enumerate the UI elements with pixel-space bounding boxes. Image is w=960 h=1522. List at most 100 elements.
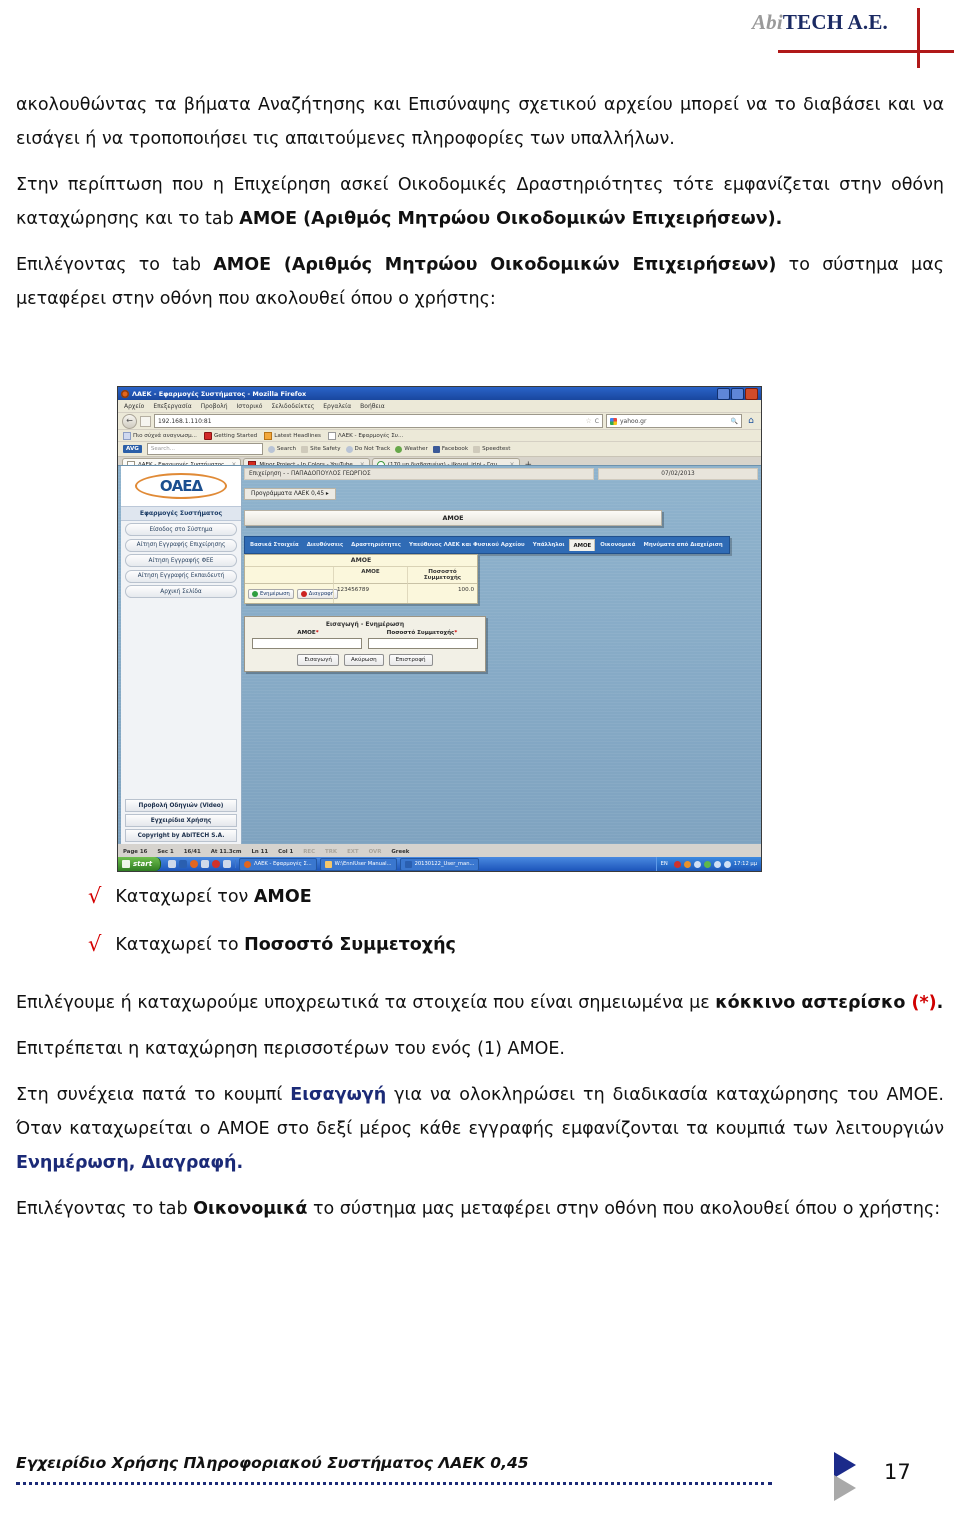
sidebar-copyright: Copyright by AbiTECH S.A. (125, 829, 237, 842)
update-row-button[interactable]: Ενημέρωση (248, 588, 294, 599)
tab-row-filler (728, 539, 734, 551)
back-arrow-icon[interactable]: ← (122, 413, 137, 429)
update-row-label: Ενημέρωση (260, 590, 290, 597)
cancel-button[interactable]: Ακύρωση (343, 654, 384, 666)
tray-icon[interactable] (723, 860, 731, 868)
home-icon[interactable]: ⌂ (745, 415, 757, 427)
status-ext: EXT (347, 848, 359, 855)
search-icon[interactable]: 🔍 (731, 418, 738, 425)
tab-amoe[interactable]: ΑΜΟΕ (569, 539, 596, 551)
bookmark-item[interactable]: Πιο σύχνά αναγνωσμ... (123, 431, 197, 440)
quicklaunch-icon[interactable] (168, 860, 177, 868)
embedded-screenshot: ΛΑΕΚ - Εφαρμογές Συστήματος - Mozilla Fi… (117, 386, 762, 872)
tab-addresses[interactable]: Διευθύνσεις (304, 539, 346, 551)
document-body: ακολουθώντας τα βήματα Αναζήτησης και Επ… (16, 88, 944, 316)
start-button[interactable]: start (118, 857, 162, 871)
paragraph-6-text-a: Στη συνέχεια πατά το κουμπί (16, 1085, 291, 1105)
back-button[interactable]: Επιστροφή (388, 654, 433, 666)
sidebar-user-manuals[interactable]: Εγχειρίδια Χρήσης (125, 814, 237, 827)
paragraph-4-text-a: Επιλέγουμε ή καταχωρούμε υποχρεωτικά τα … (16, 993, 716, 1013)
tab-basic-info[interactable]: Βασικά Στοιχεία (247, 539, 302, 551)
menu-item-help[interactable]: Βοήθεια (360, 403, 385, 410)
percent-input[interactable] (368, 638, 478, 649)
avg-search-button[interactable]: Search (267, 445, 297, 453)
tab-financials[interactable]: Οικονομικά (597, 539, 638, 551)
quicklaunch-icon[interactable] (223, 860, 232, 868)
tray-icon[interactable] (683, 860, 691, 868)
tray-icon[interactable] (673, 860, 681, 868)
system-tray: EN 17:12 μμ (655, 857, 761, 871)
sidebar-item-company-registration[interactable]: Αίτηση Εγγραφής Επιχείρησης (125, 538, 237, 552)
menu-item-bookmarks[interactable]: Σελιδοδείκτες (271, 403, 314, 410)
quicklaunch-firefox-icon[interactable] (190, 860, 199, 868)
table-title: ΑΜΟΕ (245, 555, 477, 567)
required-asterisk: * (454, 630, 458, 636)
bullet-text-b: ΑΜΟΕ (253, 887, 312, 907)
status-language: Greek (391, 848, 410, 855)
address-bar[interactable]: 192.168.1.110:81 ☆ C (154, 414, 603, 428)
minimize-button[interactable] (717, 387, 730, 400)
menu-item-edit[interactable]: Επεξεργασία (153, 403, 191, 410)
amoe-input[interactable] (252, 638, 362, 649)
tray-icon[interactable] (713, 860, 721, 868)
quicklaunch-icon[interactable] (179, 860, 188, 868)
bookmark-icon (123, 431, 131, 440)
maximize-button[interactable] (731, 387, 744, 400)
menu-item-tools[interactable]: Εργαλεία (323, 403, 351, 410)
reload-icon[interactable]: C (595, 418, 599, 425)
sidebar-item-login[interactable]: Είσοδος στο Σύστημα (125, 523, 237, 536)
taskbar-window-explorer[interactable]: W:\EnnlUser Manual... (319, 857, 397, 871)
avg-site-safety[interactable]: Site Safety (301, 445, 341, 453)
form-label-amoe: ΑΜΟΕ* (254, 630, 362, 636)
form-buttons: Εισαγωγή Ακύρωση Επιστροφή (248, 653, 482, 668)
form-title: Εισαγωγή - Ενημέρωση (325, 621, 405, 628)
avg-weather[interactable]: Weather (395, 445, 428, 453)
bookmark-item[interactable]: Latest Headlines (264, 431, 321, 440)
sidebar-item-home[interactable]: Αρχική Σελίδα (125, 585, 237, 598)
tab-employees[interactable]: Υπάλληλοι (530, 539, 568, 551)
search-engine-label: yahoo.gr (620, 417, 647, 425)
avg-item-label: Facebook (441, 446, 469, 452)
status-pagecount: 16/41 (183, 848, 201, 855)
tab-messages[interactable]: Μηνύματα από Διαχείριση (640, 539, 725, 551)
insert-button[interactable]: Εισαγωγή (297, 654, 339, 666)
sidebar-item-trainer-registration[interactable]: Αίτηση Εγγραφής Εκπαιδευτή (125, 569, 237, 583)
taskbar-window-label: ΛΑΕΚ - Εφαρμογές Σ... (254, 861, 312, 867)
quicklaunch-icon[interactable] (212, 860, 221, 868)
status-line: Ln 11 (251, 848, 269, 855)
quicklaunch-icon[interactable] (201, 860, 210, 868)
tab-activities[interactable]: Δραστηριότητες (348, 539, 404, 551)
menu-item-file[interactable]: Αρχείο (124, 403, 144, 410)
menu-item-history[interactable]: Ιστορικό (237, 403, 263, 410)
browser-search-box[interactable]: yahoo.gr 🔍 (606, 414, 742, 428)
form-label-amoe-text: ΑΜΟΕ (297, 630, 316, 636)
tray-icon[interactable] (703, 860, 711, 868)
status-section: Sec 1 (157, 848, 174, 855)
language-indicator[interactable]: EN (661, 861, 668, 867)
tray-icon[interactable] (693, 860, 701, 868)
forward-arrow-icon[interactable] (140, 415, 151, 427)
footer-dotted-rule (16, 1482, 772, 1485)
avg-search-input[interactable]: Search... (146, 443, 263, 455)
sidebar-item-fee-registration[interactable]: Αίτηση Εγγραφής ΦΕΕ (125, 554, 237, 567)
close-button[interactable] (745, 387, 758, 400)
avg-do-not-track[interactable]: Do Not Track (345, 445, 390, 453)
delete-row-button[interactable]: Διαγραφή (296, 588, 338, 599)
bookmark-item[interactable]: Getting Started (203, 431, 257, 440)
bookmark-star-icon[interactable]: ☆ (586, 417, 592, 425)
programs-menu-button[interactable]: Προγράμματα ΛΑΕΚ 0,45 ▸ (244, 488, 336, 500)
app-tab-row: Βασικά Στοιχεία Διευθύνσεις Δραστηριότητ… (244, 536, 730, 554)
bullet-text-a: Καταχωρεί τον (115, 887, 254, 907)
taskbar-window-word[interactable]: 20130122_User_man... (399, 857, 480, 871)
avg-speedtest[interactable]: Speedtest (473, 445, 510, 453)
avg-item-label: Search (276, 446, 297, 452)
tab-laek-responsible[interactable]: Υπεύθυνος ΛΑΕΚ και Φυσικού Αρχείου (406, 539, 528, 551)
bookmark-item[interactable]: ΛΑΕΚ - Εφαρμογές Συ... (327, 431, 404, 440)
bookmark-label: ΛΑΕΚ - Εφαρμογές Συ... (337, 432, 404, 439)
menu-item-view[interactable]: Προβολή (201, 403, 228, 410)
avg-facebook[interactable]: Facebook (432, 445, 469, 453)
status-page: Page 16 (123, 848, 148, 855)
paragraph-6-insert: Εισαγωγή (290, 1085, 387, 1105)
sidebar-video-guide[interactable]: Προβολή Οδηγιών (Video) (125, 799, 237, 812)
taskbar-window-firefox[interactable]: ΛΑΕΚ - Εφαρμογές Σ... (239, 857, 317, 871)
